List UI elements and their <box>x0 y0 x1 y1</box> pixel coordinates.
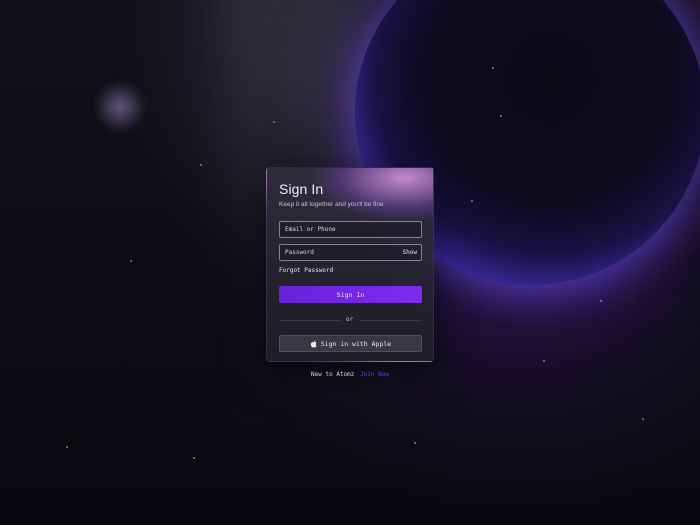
star <box>492 67 494 69</box>
divider-left <box>279 320 341 321</box>
star <box>273 121 275 123</box>
star <box>193 457 195 459</box>
star <box>66 446 68 448</box>
password-input[interactable] <box>280 245 421 260</box>
divider-right <box>360 320 422 321</box>
password-field[interactable]: Show <box>279 244 422 261</box>
apple-icon <box>310 339 317 348</box>
page-title: Sign In <box>279 181 324 197</box>
signup-prompt-text: New to Atomz <box>311 371 355 378</box>
sign-in-card: Sign In Keep it all together and you'll … <box>266 167 434 362</box>
subtitle: Keep it all together and you'll be fine <box>279 201 384 208</box>
star <box>543 360 545 362</box>
star <box>200 164 202 166</box>
star <box>600 300 602 302</box>
sign-in-button[interactable]: Sign In <box>279 286 422 303</box>
star <box>130 260 132 262</box>
star <box>500 115 502 117</box>
sign-in-with-apple-button[interactable]: Sign in with Apple <box>279 335 422 352</box>
star <box>414 442 416 444</box>
star <box>471 200 473 202</box>
distant-orb <box>95 82 145 132</box>
join-now-link[interactable]: Join Now <box>360 371 389 378</box>
email-input[interactable] <box>280 222 421 237</box>
apple-button-label: Sign in with Apple <box>320 339 392 348</box>
forgot-password-link[interactable]: Forgot Password <box>279 267 333 274</box>
star <box>642 418 644 420</box>
email-field[interactable] <box>279 221 422 238</box>
show-password-button[interactable]: Show <box>403 249 417 256</box>
signup-prompt: New to Atomz Join Now <box>0 371 700 378</box>
or-separator: or <box>346 316 354 323</box>
